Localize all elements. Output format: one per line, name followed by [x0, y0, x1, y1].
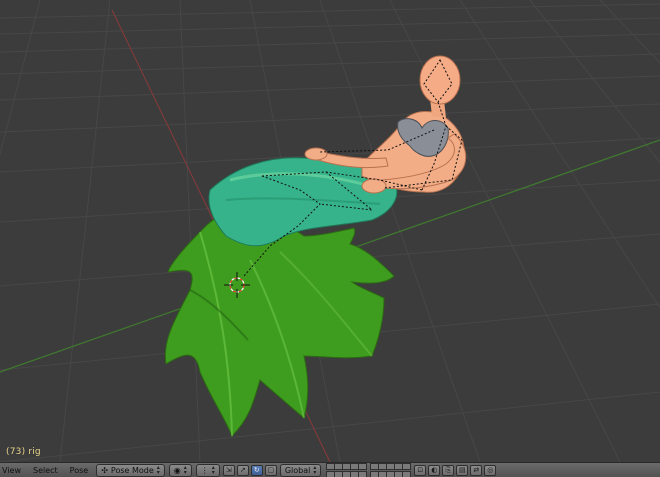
paste-flipped-pose-icon[interactable]: ⇄: [470, 465, 482, 476]
translate-icon[interactable]: ↗: [237, 465, 249, 476]
mode-dropdown[interactable]: ✣ Pose Mode ▴▾: [96, 464, 165, 477]
copy-pose-icon[interactable]: ⎘: [442, 465, 454, 476]
left-hand: [305, 148, 327, 160]
manipulator-toggle-icon[interactable]: ⇲: [223, 465, 235, 476]
proportional-edit-icon[interactable]: ◎: [484, 465, 496, 476]
3d-viewport[interactable]: (73) rig: [0, 0, 660, 462]
dropdown-arrows-icon: ▴▾: [184, 465, 187, 475]
pivot-point-icon: ⋮: [201, 466, 209, 475]
menu-select[interactable]: Select: [27, 466, 64, 475]
object-info-label: (73) rig: [6, 447, 41, 457]
viewport-header: View Select Pose ✣ Pose Mode ▴▾ ◉ ▴▾ ⋮ ▴…: [0, 462, 660, 477]
dropdown-arrows-icon: ▴▾: [313, 465, 316, 475]
right-hand: [362, 179, 386, 193]
pivot-point-dropdown[interactable]: ⋮ ▴▾: [196, 464, 220, 477]
scale-icon[interactable]: ▢: [265, 465, 277, 476]
pose-mode-icon: ✣: [101, 466, 108, 475]
orientation-dropdown[interactable]: Global ▴▾: [280, 464, 322, 477]
viewport-shading-dropdown[interactable]: ◉ ▴▾: [169, 464, 192, 477]
menu-pose[interactable]: Pose: [64, 466, 95, 475]
render-icon[interactable]: ◐: [428, 465, 440, 476]
rotate-icon[interactable]: ↻: [251, 465, 263, 476]
layer-buttons[interactable]: [326, 463, 410, 477]
layer-button[interactable]: [402, 463, 411, 470]
floor-grid: [0, 0, 660, 462]
dropdown-arrows-icon: ▴▾: [212, 465, 215, 475]
menu-view[interactable]: View: [0, 466, 27, 475]
orientation-label: Global: [285, 466, 311, 475]
paste-pose-icon[interactable]: ▤: [456, 465, 468, 476]
head: [420, 56, 460, 104]
dropdown-arrows-icon: ▴▾: [157, 465, 160, 475]
viewport-shading-icon: ◉: [174, 466, 181, 475]
layer-button[interactable]: [402, 471, 411, 477]
mode-label: Pose Mode: [111, 466, 154, 475]
lock-icon[interactable]: ⊡: [414, 465, 426, 476]
scene-canvas[interactable]: [0, 0, 660, 462]
